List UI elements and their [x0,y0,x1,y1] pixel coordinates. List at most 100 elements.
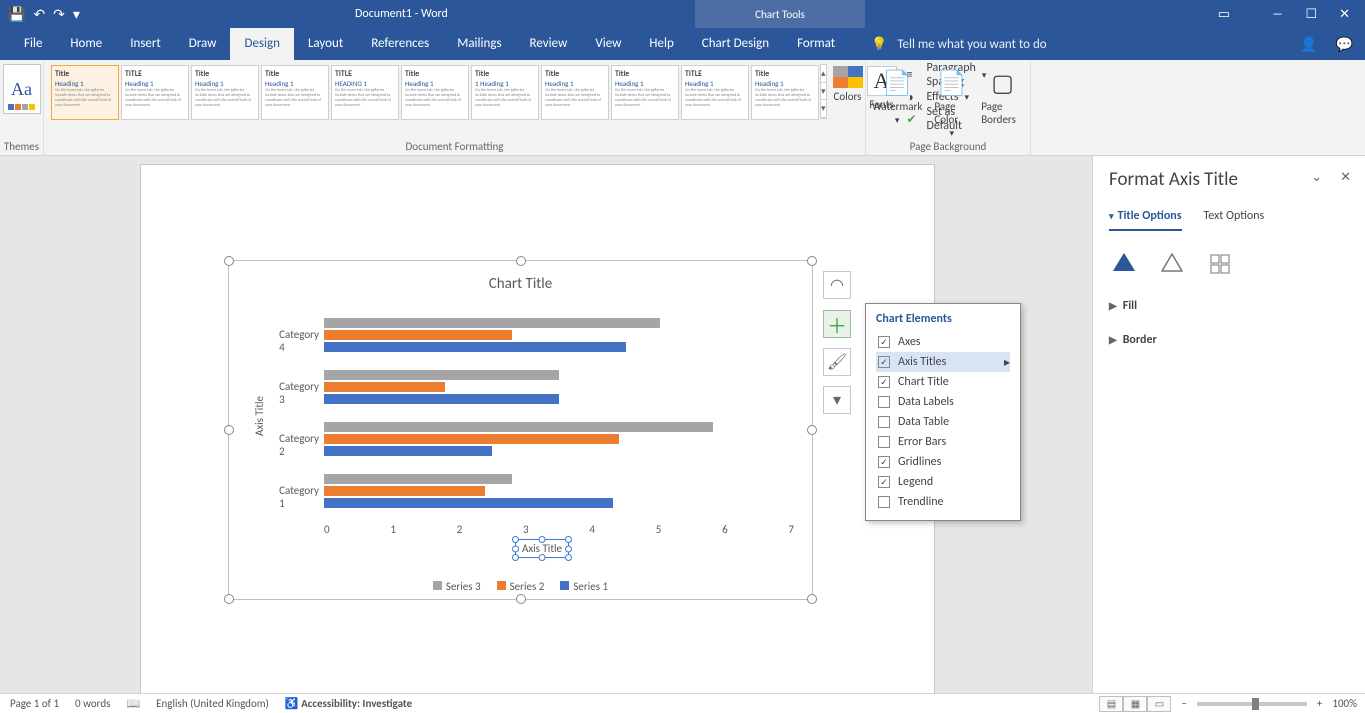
bar-series1[interactable] [324,498,613,508]
page-indicator[interactable]: Page 1 of 1 [10,697,59,710]
bar-series3[interactable] [324,422,713,432]
chart-styles-button[interactable]: 🖌 [823,348,851,376]
style-sets-gallery[interactable]: TitleHeading 1On the insert tab, the gal… [50,64,820,122]
style-set-thumb[interactable]: TitleHeading 1On the insert tab, the gal… [261,65,329,120]
resize-handle[interactable] [807,425,817,435]
chart-element-trendline[interactable]: Trendline [876,492,1010,512]
style-set-thumb[interactable]: TitleHeading 1On the insert tab, the gal… [751,65,819,120]
spell-check-icon[interactable]: 📖 [126,697,140,710]
ribbon-display-icon[interactable]: ▭ [1218,7,1230,22]
tab-mailings[interactable]: Mailings [443,28,515,60]
bar-series3[interactable] [324,318,660,328]
resize-handle[interactable] [516,256,526,266]
layout-options-button[interactable]: ◠ [823,271,851,299]
language-indicator[interactable]: English (United Kingdom) [156,697,269,710]
tab-draw[interactable]: Draw [175,28,231,60]
resize-handle[interactable] [807,256,817,266]
themes-button[interactable]: Aa [3,64,41,114]
chart-elements-button[interactable]: ＋ [823,310,851,338]
bar-series2[interactable] [324,382,445,392]
qat-more-icon[interactable]: ▾ [73,6,80,23]
style-set-scroll[interactable]: ▴▾▾ [820,64,827,119]
chart-object[interactable]: Chart Title Axis Title Category 4Categor… [228,260,813,600]
colors-button[interactable] [833,66,863,88]
tab-insert[interactable]: Insert [116,28,175,60]
chart-element-data-labels[interactable]: Data Labels [876,392,1010,412]
style-set-thumb[interactable]: TitleHeading 1On the insert tab, the gal… [191,65,259,120]
tab-layout[interactable]: Layout [294,28,357,60]
pane-tab-title-options[interactable]: ▾Title Options [1109,209,1182,231]
tab-help[interactable]: Help [635,28,687,60]
style-set-thumb[interactable]: TitleHeading 1On the insert tab, the gal… [51,65,119,120]
x-axis-title-selected[interactable]: Axis Title [515,539,569,558]
zoom-level[interactable]: 100% [1332,697,1357,710]
tab-review[interactable]: Review [516,28,582,60]
chart-legend[interactable]: Series 3 Series 2 Series 1 [229,580,812,593]
maximize-icon[interactable]: ☐ [1305,7,1317,22]
web-layout-icon[interactable]: ▭ [1147,696,1171,712]
word-count[interactable]: 0 words [75,697,110,710]
tab-chart-design[interactable]: Chart Design [688,28,783,60]
style-set-thumb[interactable]: TITLEHeading 1On the insert tab, the gal… [121,65,189,120]
bar-series3[interactable] [324,370,559,380]
chart-element-axes[interactable]: ✓Axes [876,332,1010,352]
print-layout-icon[interactable]: ▦ [1123,696,1147,712]
legend-item[interactable]: Series 2 [497,580,545,593]
share-icon[interactable]: 👤 [1300,36,1317,53]
bar-series2[interactable] [324,486,485,496]
accessibility-indicator[interactable]: ♿ Accessibility: Investigate [285,697,412,710]
tell-me-search[interactable]: 💡 Tell me what you want to do [871,37,1047,52]
chart-element-axis-titles[interactable]: ✓Axis Titles▸ [876,352,1010,372]
bar-series3[interactable] [324,474,512,484]
pane-section-border[interactable]: ▶Border [1109,333,1349,347]
zoom-in-icon[interactable]: + [1317,697,1322,710]
comments-icon[interactable]: 💬 [1336,36,1353,53]
style-set-thumb[interactable]: TitleHeading 1On the insert tab, the gal… [541,65,609,120]
tab-format[interactable]: Format [783,28,849,60]
pane-options-icon[interactable]: ⌄ [1311,170,1322,185]
chart-element-data-table[interactable]: Data Table [876,412,1010,432]
tab-file[interactable]: File [10,28,56,60]
read-mode-icon[interactable]: ▤ [1099,696,1123,712]
tab-view[interactable]: View [581,28,635,60]
chart-title[interactable]: Chart Title [229,275,812,293]
zoom-slider[interactable] [1197,702,1307,706]
page-borders-button[interactable]: ▢Page Borders [981,68,1024,139]
fill-line-icon[interactable] [1109,249,1139,279]
style-set-thumb[interactable]: TITLEHEADING 1On the insert tab, the gal… [331,65,399,120]
page-color-button[interactable]: 📄Page Color▾ [934,68,969,139]
redo-icon[interactable]: ↷ [53,6,65,23]
legend-item[interactable]: Series 3 [433,580,481,593]
tab-references[interactable]: References [357,28,443,60]
legend-item[interactable]: Series 1 [560,580,608,593]
close-icon[interactable]: ✕ [1339,7,1350,22]
chart-filters-button[interactable]: ▾ [823,386,851,414]
pane-tab-text-options[interactable]: Text Options [1204,209,1265,231]
style-set-thumb[interactable]: TitleHeading 1On the insert tab, the gal… [401,65,469,120]
watermark-button[interactable]: 📄Watermark▾ [872,68,922,139]
pane-section-fill[interactable]: ▶Fill [1109,299,1349,313]
y-axis-title[interactable]: Axis Title [253,396,266,436]
style-set-thumb[interactable]: TitleHeading 1On the insert tab, the gal… [611,65,679,120]
bar-series1[interactable] [324,394,559,404]
size-properties-icon[interactable] [1205,249,1235,279]
resize-handle[interactable] [224,594,234,604]
bar-series2[interactable] [324,330,512,340]
bar-series1[interactable] [324,446,492,456]
chart-plot-area[interactable]: Category 4Category 3Category 2Category 1 [324,306,794,521]
view-buttons[interactable]: ▤▦▭ [1099,696,1171,712]
zoom-out-icon[interactable]: − [1181,697,1186,710]
bar-series2[interactable] [324,434,619,444]
effects-icon[interactable] [1157,249,1187,279]
resize-handle[interactable] [516,594,526,604]
resize-handle[interactable] [224,425,234,435]
style-set-thumb[interactable]: Title1 Heading 1On the insert tab, the g… [471,65,539,120]
resize-handle[interactable] [807,594,817,604]
resize-handle[interactable] [224,256,234,266]
pane-close-icon[interactable]: ✕ [1340,170,1351,185]
minimize-icon[interactable]: ― [1272,7,1284,22]
bar-series1[interactable] [324,342,626,352]
chart-element-legend[interactable]: ✓Legend [876,472,1010,492]
style-set-thumb[interactable]: TITLEHeading 1On the insert tab, the gal… [681,65,749,120]
tab-design[interactable]: Design [230,28,293,60]
